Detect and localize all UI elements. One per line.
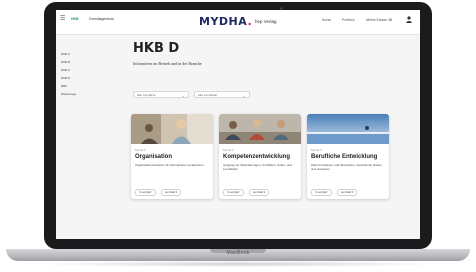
- chevron-down-icon: ⌄: [242, 93, 246, 98]
- tag-lernjahr[interactable]: 3 Lernjahr: [223, 189, 244, 196]
- logo-subtitle: hep Verlag: [255, 19, 277, 24]
- hamburger-icon[interactable]: ☰: [60, 15, 65, 22]
- breadcrumb[interactable]: Grundlagenkurs: [89, 17, 114, 21]
- card-module-label: Modul 3: [311, 148, 322, 152]
- nav-link-kurse[interactable]: Kurse: [322, 18, 331, 22]
- user-icon[interactable]: [406, 16, 412, 25]
- card-module-label: Modul 1: [135, 148, 146, 152]
- page-subtitle: Informieren im Betrieb und in der Branch…: [133, 61, 202, 66]
- nav-home-link[interactable]: HKB: [71, 17, 79, 21]
- card-description: Umgang mit Veränderungen, Konflikten, Ku…: [223, 163, 292, 171]
- tag-lernjahr[interactable]: 3 Lernjahr: [135, 189, 156, 196]
- module-card-berufliche-entwicklung[interactable]: Modul 3 Berufliche Entwicklung Ziele for…: [307, 114, 389, 199]
- card-image-lake: [307, 114, 389, 144]
- sidebar-item-hkb-b[interactable]: HKB B: [61, 60, 70, 64]
- device-label: MacBook: [226, 250, 250, 256]
- tag-lernjahr[interactable]: 3 Lernjahr: [311, 189, 332, 196]
- sidebar: HKB A HKB B HKB C HKB D EBA Werkzeuge: [56, 34, 96, 239]
- card-image-team: [219, 114, 301, 144]
- brand-logo[interactable]: MYDHA.: [199, 15, 252, 28]
- sidebar-item-werkzeuge[interactable]: Werkzeuge: [61, 92, 76, 96]
- tag-lernfeld[interactable]: Lernfeld 3: [337, 189, 358, 196]
- nav-link-klasse[interactable]: Meine Klasse 4B: [366, 18, 392, 22]
- filter-lernfeld-value: Alle Lernfelder: [198, 93, 218, 97]
- card-title: Kompetenzentwicklung: [223, 154, 291, 160]
- laptop-shadow: [30, 261, 446, 267]
- top-bar: ☰ HKB Grundlagenkurs MYDHA. hep Verlag K…: [56, 10, 420, 35]
- filter-lernjahr-select[interactable]: Alle Lernjahre ⌄: [133, 91, 189, 98]
- sidebar-item-hkb-a[interactable]: HKB A: [61, 52, 70, 56]
- sidebar-item-hkb-d[interactable]: HKB D: [61, 76, 70, 80]
- card-image-people: [131, 114, 213, 144]
- filter-lernfeld-select[interactable]: Alle Lernfelder ⌄: [194, 91, 250, 98]
- sidebar-item-hkb-c[interactable]: HKB C: [61, 68, 70, 72]
- filter-lernjahr-value: Alle Lernjahre: [137, 93, 156, 97]
- logo-text: MYDHA: [199, 15, 248, 28]
- page-title: HKB D: [133, 41, 180, 56]
- sidebar-item-eba[interactable]: EBA: [61, 84, 67, 88]
- tag-lernfeld[interactable]: Lernfeld 2: [249, 189, 270, 196]
- logo-dot: .: [247, 15, 253, 28]
- card-description: Organisationsstruktur mit Informationen …: [135, 163, 204, 167]
- module-card-organisation[interactable]: Modul 1 Organisation Organisationsstrukt…: [131, 114, 213, 199]
- card-description: Ziele formulieren und überprüfen, Goal-S…: [311, 163, 382, 171]
- card-title: Berufliche Entwicklung: [311, 154, 378, 160]
- app-screen: ☰ HKB Grundlagenkurs MYDHA. hep Verlag K…: [56, 10, 420, 239]
- chevron-down-icon: ⌄: [181, 93, 185, 98]
- nav-link-portfolio[interactable]: Portfolio: [342, 18, 355, 22]
- card-module-label: Modul 2: [223, 148, 234, 152]
- module-card-kompetenzentwicklung[interactable]: Modul 2 Kompetenzentwicklung Umgang mit …: [219, 114, 301, 199]
- card-title: Organisation: [135, 154, 173, 160]
- tag-lernfeld[interactable]: Lernfeld 1: [161, 189, 182, 196]
